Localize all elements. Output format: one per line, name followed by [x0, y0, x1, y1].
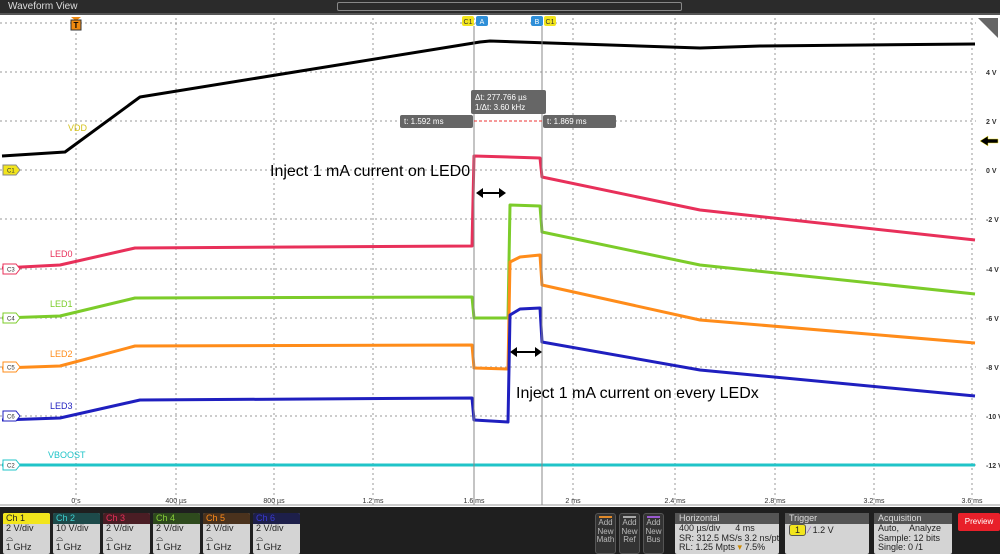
- svg-text:C1: C1: [464, 19, 473, 26]
- cursor-b-time: t: 1.869 ms: [547, 117, 587, 126]
- channel-bandwidth: 1 GHz: [56, 542, 82, 552]
- svg-text:C1: C1: [546, 19, 555, 26]
- inverse-delta: 1/Δt: 3.60 kHz: [475, 103, 525, 112]
- channel-marker-c2[interactable]: C2: [2, 459, 21, 471]
- x-tick-label: 3.6 ms: [961, 498, 983, 505]
- waveform-overview-scrollbar[interactable]: [337, 2, 682, 11]
- cursor-b-source-badge[interactable]: C1: [544, 16, 556, 26]
- double-arrow-icon: [476, 188, 506, 198]
- trace-led0: [1, 154, 976, 270]
- add-bus-button[interactable]: Add New Bus: [643, 513, 664, 554]
- trace-led1: [1, 203, 976, 320]
- cursor-a-badge[interactable]: A: [476, 16, 488, 26]
- acq-analyze: Analyze: [909, 523, 942, 533]
- sample-rate: SR: 312.5 MS/s: [679, 532, 743, 543]
- channel-bandwidth: 1 GHz: [256, 542, 282, 552]
- double-arrow-icon: [510, 347, 542, 357]
- x-tick-label: 2.8 ms: [764, 498, 786, 505]
- add-ref-button[interactable]: Add New Ref: [619, 513, 640, 554]
- y-tick-label: -2 V: [986, 217, 999, 224]
- channel-badge-1[interactable]: Ch 1 2 V/div ⌓ 1 GHz: [3, 513, 50, 554]
- svg-text:C3: C3: [7, 268, 15, 274]
- y-tick-label: -4 V: [986, 267, 999, 274]
- y-tick-label: -6 V: [986, 316, 999, 323]
- channel-marker-c4[interactable]: C4: [2, 312, 21, 324]
- cursor-a-source-badge[interactable]: C1: [462, 16, 474, 26]
- control-bar: Ch 1 2 V/div ⌓ 1 GHz Ch 2 10 V/div ⌓ 1 GH…: [0, 507, 1000, 554]
- acquisition-panel[interactable]: Acquisition Auto, Analyze Sample: 12 bit…: [874, 513, 952, 554]
- svg-text:T: T: [74, 21, 79, 30]
- y-tick-label: 2 V: [986, 119, 997, 126]
- delta-time: Δt: 277.766 µs: [475, 93, 527, 102]
- trace-led3: [1, 306, 976, 424]
- horizontal-duration: 4 ms: [735, 523, 755, 533]
- cursor-b-badge[interactable]: B: [531, 16, 543, 26]
- trigger-source-badge: 1: [789, 524, 807, 536]
- trace-label: VBOOST: [48, 450, 86, 460]
- cursor-a-time: t: 1.592 ms: [404, 117, 444, 126]
- channel-marker-c1[interactable]: C1: [2, 164, 21, 176]
- x-tick-label: 400 µs: [165, 498, 187, 505]
- svg-text:C2: C2: [7, 464, 15, 470]
- channel-bandwidth: 1 GHz: [106, 542, 132, 552]
- svg-text:B: B: [535, 19, 540, 26]
- horizontal-panel[interactable]: Horizontal 400 µs/div 4 ms SR: 312.5 MS/…: [675, 513, 779, 554]
- trigger-level: 1.2 V: [812, 525, 834, 535]
- channel-bandwidth: 1 GHz: [206, 542, 232, 552]
- channel-bandwidth: 1 GHz: [6, 542, 32, 552]
- svg-text:A: A: [480, 19, 485, 26]
- trace-label: LED0: [50, 249, 73, 259]
- channel-bandwidth: 1 GHz: [156, 542, 182, 552]
- channel-marker-c5[interactable]: C5: [2, 361, 21, 373]
- x-tick-label: 3.2 ms: [863, 498, 885, 505]
- y-tick-label: 4 V: [986, 70, 997, 77]
- trigger-title: Trigger: [785, 513, 869, 524]
- channel-badge-2[interactable]: Ch 2 10 V/div ⌓ 1 GHz: [53, 513, 100, 554]
- record-length: RL: 1.25 Mpts: [679, 542, 736, 552]
- x-tick-label: 0 s: [71, 498, 81, 505]
- y-tick-label: -8 V: [986, 365, 999, 372]
- horizontal-position: 7.5%: [744, 542, 766, 552]
- acq-single: Single: 0 /1: [878, 542, 924, 552]
- annotation-led0: Inject 1 mA current on LED0: [270, 163, 471, 180]
- position-icon: ▾: [737, 542, 743, 552]
- window-title: Waveform View: [8, 1, 78, 12]
- trigger-panel[interactable]: Trigger 1 ⁄ 1.2 V: [785, 513, 869, 554]
- trace-label: VDD: [68, 123, 88, 133]
- annotation-ledx: Inject 1 mA current on every LEDx: [516, 385, 759, 402]
- rising-edge-icon: ⁄: [808, 525, 811, 535]
- channel-badge-4[interactable]: Ch 4 2 V/div ⌓ 1 GHz: [153, 513, 200, 554]
- x-tick-label: 2 ms: [565, 498, 581, 505]
- channel-marker-c3[interactable]: C3: [2, 263, 21, 275]
- svg-text:C5: C5: [7, 366, 15, 372]
- svg-text:C1: C1: [7, 169, 15, 175]
- acq-mode: Auto,: [878, 523, 900, 533]
- svg-text:C6: C6: [7, 415, 15, 421]
- horizontal-scale: 400 µs/div: [679, 523, 721, 533]
- x-tick-label: 800 µs: [263, 498, 285, 505]
- x-tick-label: 1.2 ms: [362, 498, 384, 505]
- y-tick-label: 0 V: [986, 168, 997, 175]
- trace-label: LED3: [50, 401, 73, 411]
- x-tick-label: 2.4 ms: [664, 498, 686, 505]
- channel-badge-5[interactable]: Ch 5 2 V/div ⌓ 1 GHz: [203, 513, 250, 554]
- preview-button[interactable]: Preview: [958, 513, 1000, 531]
- svg-text:C4: C4: [7, 317, 15, 323]
- waveform-plot[interactable]: 4 V 2 V 0 V -2 V -4 V -6 V -8 V -10 V -12 V 0 s 40…: [0, 15, 1000, 507]
- trace-led2: [1, 253, 976, 371]
- channel-marker-c6[interactable]: C6: [2, 410, 21, 422]
- channel-badge-3[interactable]: Ch 3 2 V/div ⌓ 1 GHz: [103, 513, 150, 554]
- channel-badge-6[interactable]: Ch 6 2 V/div ⌓ 1 GHz: [253, 513, 300, 554]
- add-math-button[interactable]: Add New Math: [595, 513, 616, 554]
- trigger-position-marker[interactable]: T: [70, 17, 82, 31]
- y-tick-label: -12 V: [986, 463, 1000, 470]
- time-per-point: 3.2 ns/pt: [744, 532, 780, 543]
- trigger-level-arrow-icon[interactable]: [979, 135, 999, 147]
- trace-label: LED2: [50, 349, 73, 359]
- corner-pin-icon[interactable]: [978, 18, 998, 38]
- y-tick-label: -10 V: [986, 414, 1000, 421]
- trace-label: LED1: [50, 299, 73, 309]
